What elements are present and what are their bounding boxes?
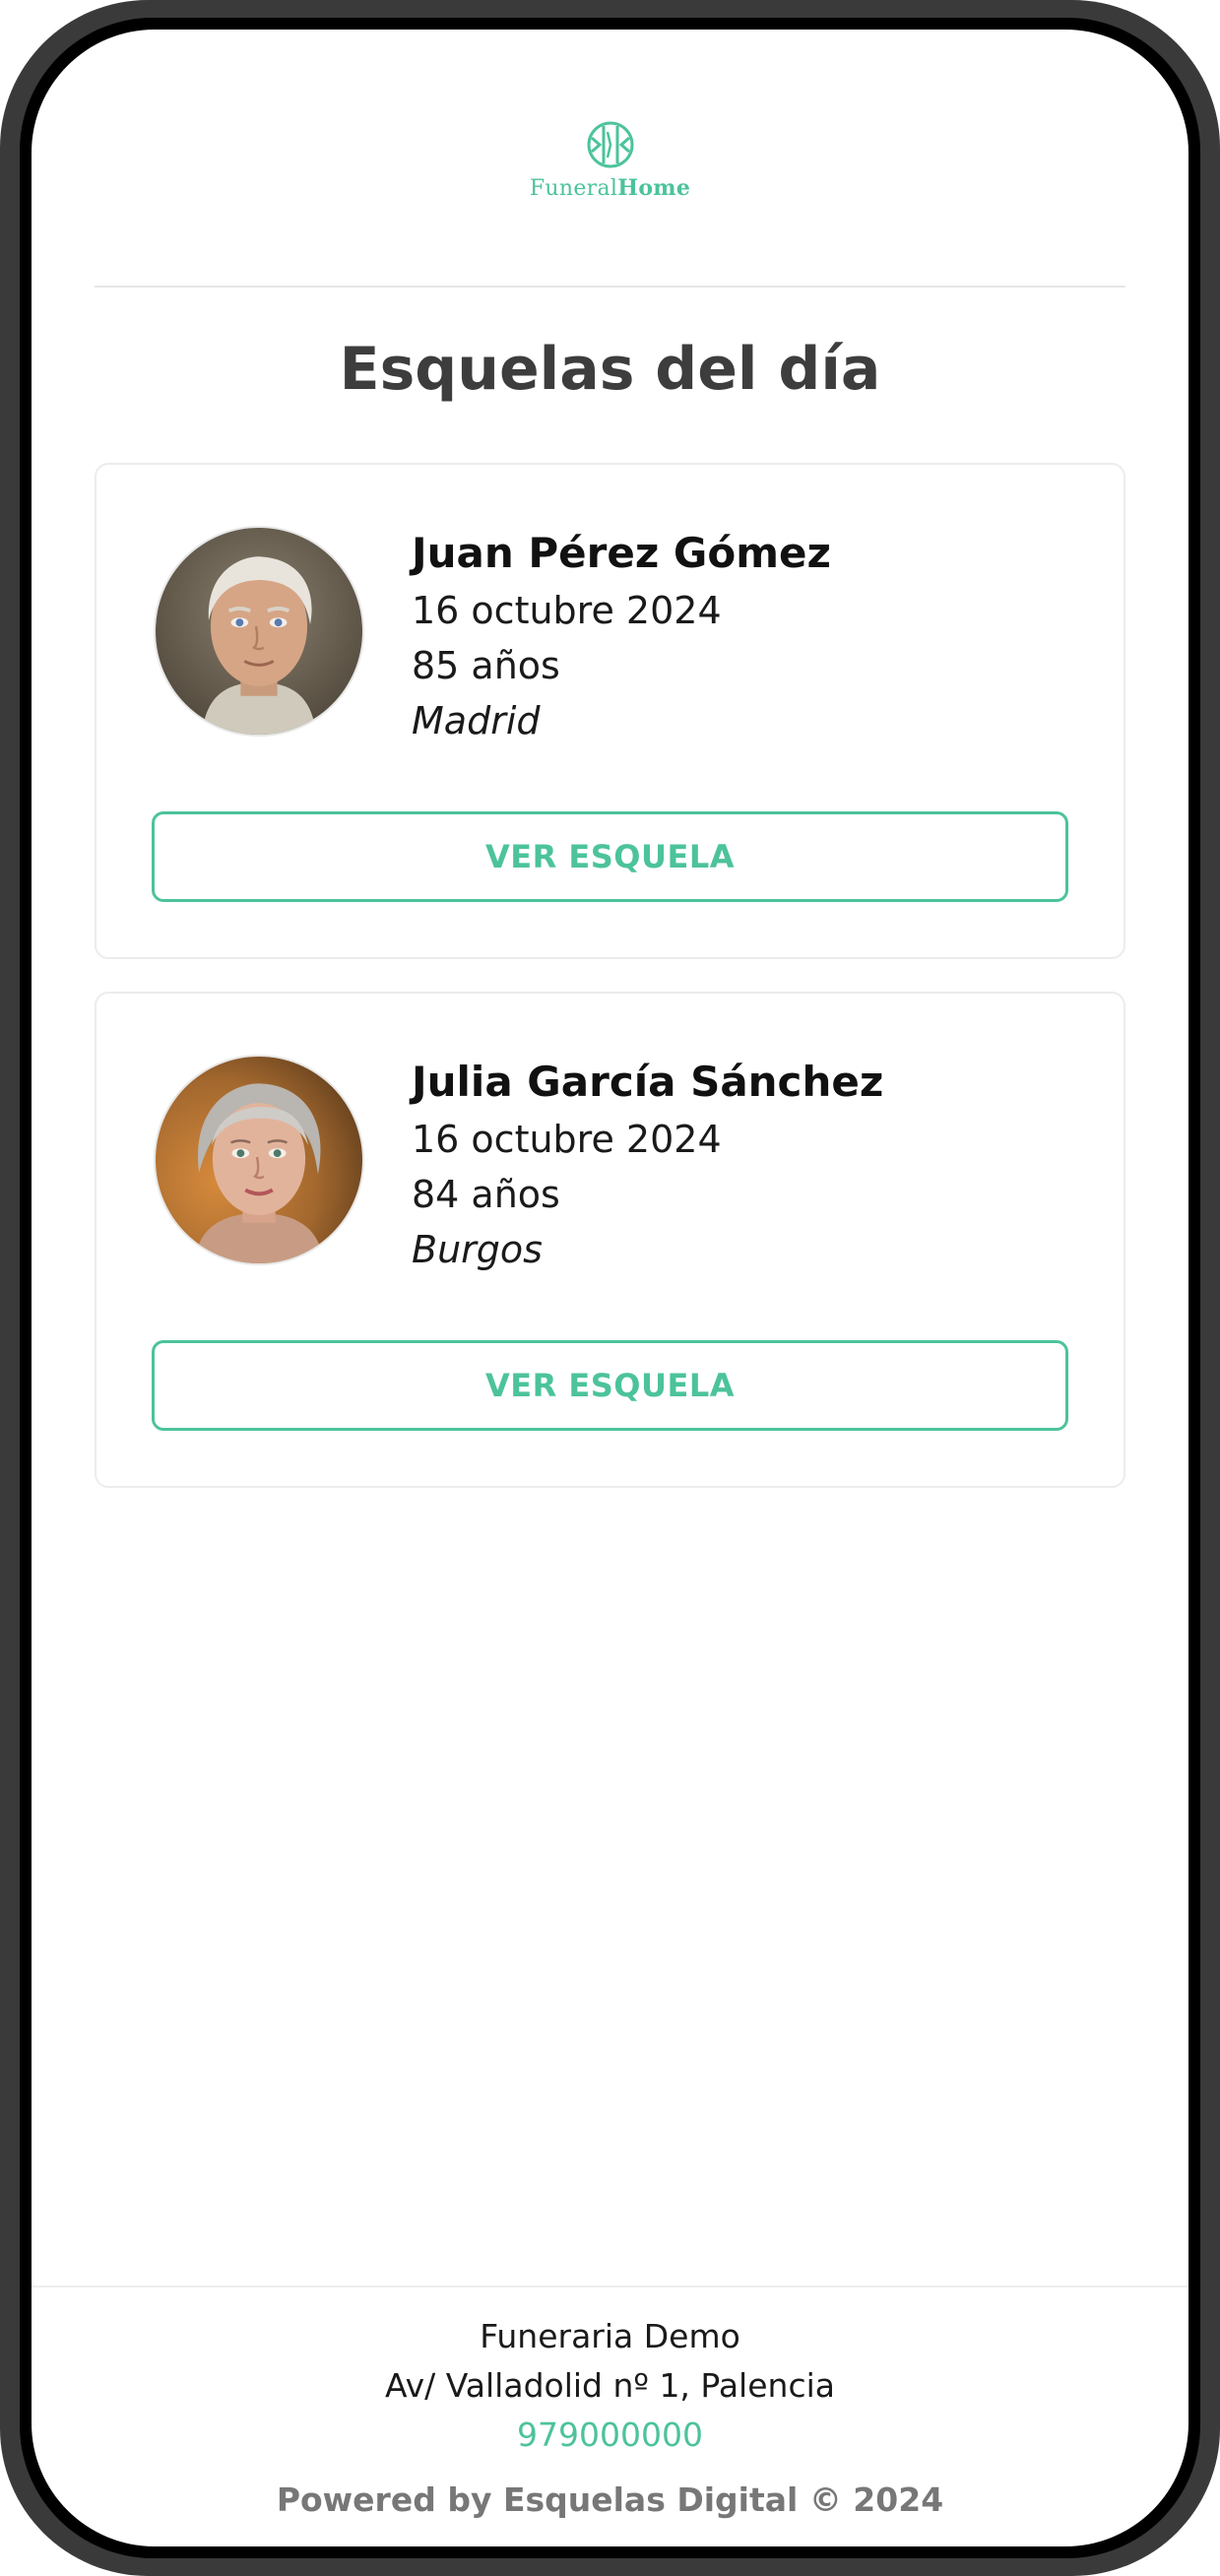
- brand-logo[interactable]: FuneralHome: [32, 120, 1188, 201]
- view-obituary-button[interactable]: VER ESQUELA: [152, 1340, 1068, 1431]
- logo-text-part1: Funeral: [529, 176, 618, 201]
- view-obituary-button[interactable]: VER ESQUELA: [152, 811, 1068, 902]
- obituary-card: Juan Pérez Gómez 16 octubre 2024 85 años…: [95, 463, 1125, 959]
- avatar: [154, 526, 364, 737]
- page-title: Esquelas del día: [339, 335, 881, 404]
- deceased-age: 85 años: [412, 644, 560, 687]
- funeral-home-logo-icon: [586, 120, 635, 169]
- logo-text: FuneralHome: [32, 175, 1188, 201]
- avatar: [154, 1055, 364, 1265]
- obituary-card: Julia García Sánchez 16 octubre 2024 84 …: [95, 992, 1125, 1488]
- footer-divider: [32, 2286, 1188, 2287]
- deceased-age: 84 años: [412, 1173, 560, 1216]
- header-divider: [95, 286, 1125, 288]
- logo-text-part2: Home: [617, 175, 691, 201]
- obituary-date: 16 octubre 2024: [412, 1118, 722, 1161]
- deceased-name: Julia García Sánchez: [412, 1058, 884, 1106]
- obituary-info: Juan Pérez Gómez 16 octubre 2024 85 años…: [412, 526, 1104, 748]
- footer: Funeraria Demo Av/ Valladolid nº 1, Pale…: [32, 2312, 1188, 2525]
- footer-phone-link[interactable]: 979000000: [517, 2411, 703, 2460]
- obituary-date: 16 octubre 2024: [412, 589, 722, 632]
- deceased-city: Burgos: [412, 1228, 543, 1271]
- obituary-info: Julia García Sánchez 16 octubre 2024 84 …: [412, 1055, 1104, 1277]
- footer-address: Av/ Valladolid nº 1, Palencia: [385, 2366, 835, 2405]
- powered-by-text: Powered by Esquelas Digital © 2024: [276, 2480, 944, 2519]
- screen: FuneralHome Esquelas del día Juan Pérez …: [32, 30, 1188, 2546]
- footer-company: Funeraria Demo: [480, 2317, 740, 2355]
- deceased-name: Juan Pérez Gómez: [412, 529, 831, 577]
- deceased-city: Madrid: [412, 699, 541, 742]
